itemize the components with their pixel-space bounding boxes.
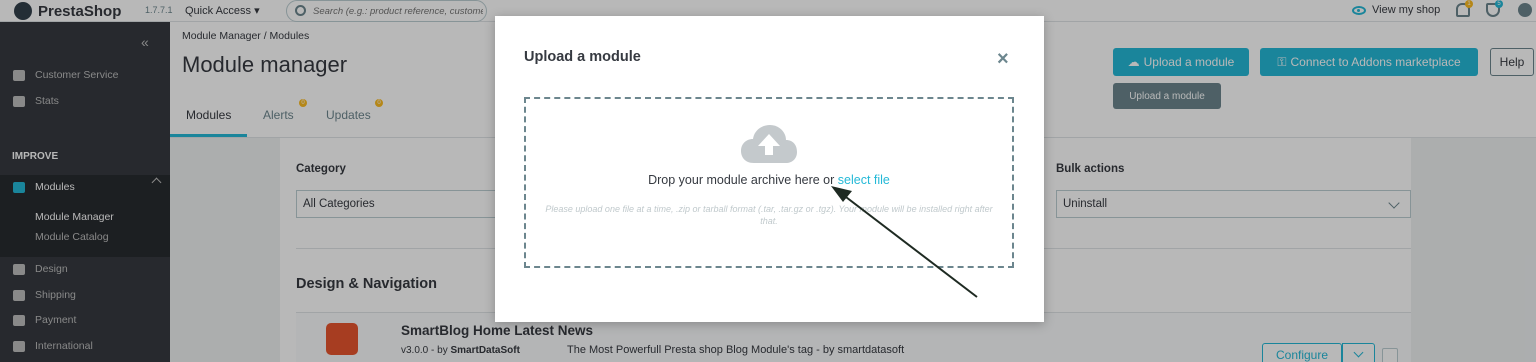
select-file-link[interactable]: select file bbox=[838, 173, 890, 187]
drop-instruction: Drop your module archive here or select … bbox=[526, 173, 1012, 187]
module-dropzone[interactable]: Drop your module archive here or select … bbox=[524, 97, 1014, 268]
upload-module-modal: Upload a module × Drop your module archi… bbox=[495, 16, 1044, 322]
cloud-upload-icon bbox=[741, 125, 797, 163]
upload-help-text: Please upload one file at a time, .zip o… bbox=[545, 204, 993, 226]
close-icon[interactable]: × bbox=[997, 49, 1009, 69]
drop-text: Drop your module archive here or bbox=[648, 173, 838, 187]
modal-title: Upload a module bbox=[524, 49, 641, 65]
app: PrestaShop 1.7.7.1 Quick Access ▾ View m… bbox=[0, 0, 1536, 362]
